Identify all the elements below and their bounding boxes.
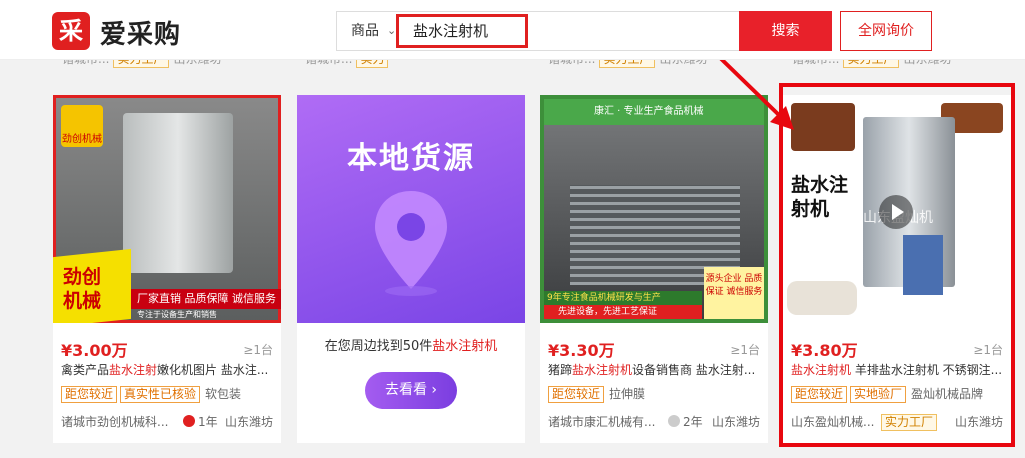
chevron-down-icon[interactable]: ⌄: [387, 12, 396, 50]
inquiry-button[interactable]: 全网询价: [840, 11, 932, 51]
logo-mark-icon: 采: [52, 12, 90, 50]
annotation-arrows: [558, 20, 794, 130]
logo-text: 爱采购: [100, 20, 182, 50]
site-logo[interactable]: 采 爱采购: [52, 12, 194, 50]
search-button[interactable]: 搜索: [739, 11, 832, 51]
search-input[interactable]: 盐水注射机: [396, 14, 528, 48]
top-header: 采 爱采购 商品 ⌄ 盐水注射机 搜索 全网询价: [0, 0, 1025, 60]
